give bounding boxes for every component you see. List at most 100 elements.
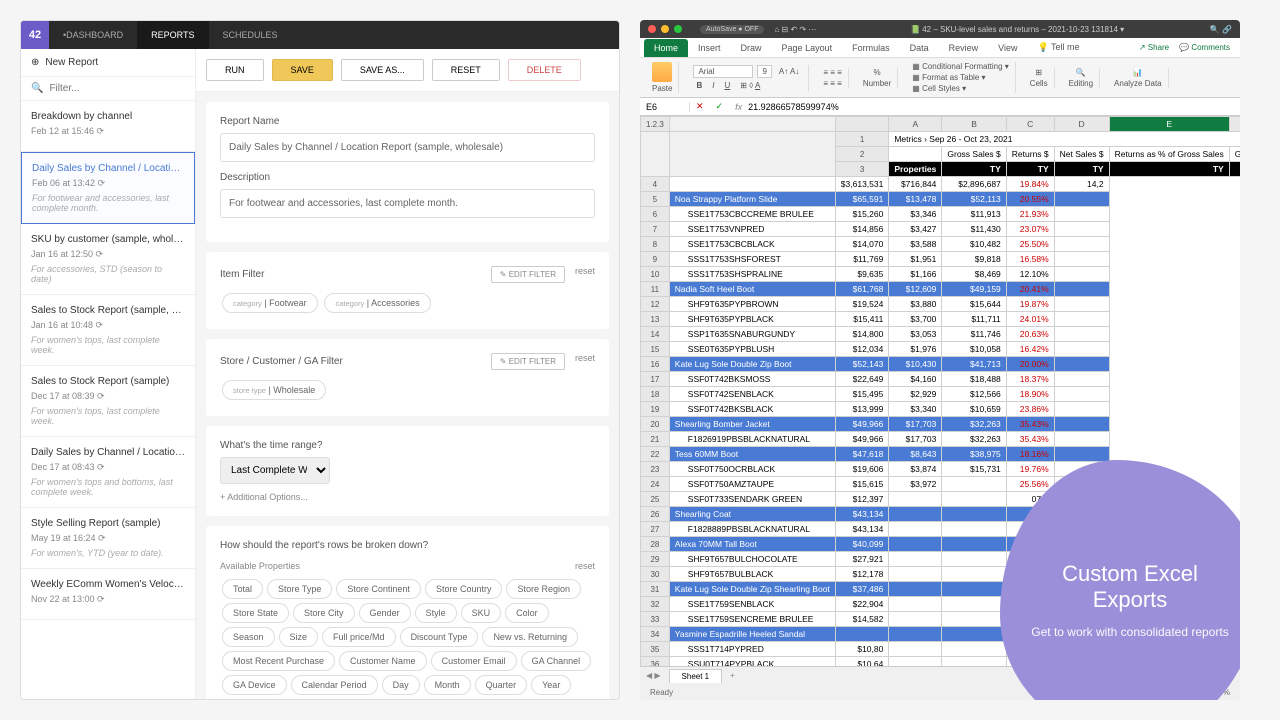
table-row[interactable]: 16Kate Lug Sole Double Zip Boot$52,143$1…	[641, 357, 1241, 372]
size-select[interactable]: 9	[757, 65, 771, 78]
table-row[interactable]: 11Nadia Soft Heel Boot$61,768$12,609$49,…	[641, 282, 1241, 297]
number-group[interactable]: %Number	[857, 68, 898, 88]
font-select[interactable]: Arial	[693, 65, 753, 78]
report-item[interactable]: Breakdown by channelFeb 12 at 15:46 ⟳	[21, 101, 195, 152]
maximize-icon[interactable]	[674, 25, 682, 33]
property-chip[interactable]: Color	[505, 603, 549, 623]
cancel-icon[interactable]: ✕	[690, 101, 710, 112]
reset-props[interactable]: reset	[575, 561, 595, 571]
minimize-icon[interactable]	[661, 25, 669, 33]
table-row[interactable]: 9SSS1T753SHSFOREST$11,769$1,951$9,81816.…	[641, 252, 1241, 267]
save-as-button[interactable]: SAVE AS...	[341, 59, 424, 81]
property-chip[interactable]: Store Continent	[336, 579, 421, 599]
nav-reports[interactable]: REPORTS	[137, 21, 208, 49]
property-chip[interactable]: GA Device	[222, 675, 287, 695]
table-row[interactable]: 12SHF9T635PYPBROWN$19,524$3,880$15,64419…	[641, 297, 1241, 312]
property-chip[interactable]: Size	[279, 627, 319, 647]
report-item[interactable]: Sales to Stock Report (sample, wholesale…	[21, 295, 195, 366]
nav-schedules[interactable]: SCHEDULES	[209, 21, 292, 49]
table-row[interactable]: 7SSE1T753VNPRED$14,856$3,427$11,43023.07…	[641, 222, 1241, 237]
property-chip[interactable]: Full price/Md	[322, 627, 396, 647]
fx-icon[interactable]: fx	[729, 102, 748, 112]
formula-value[interactable]: 21.92866578599974%	[748, 102, 839, 112]
analyze-group[interactable]: 📊Analyze Data	[1108, 68, 1169, 88]
bold-button[interactable]: B	[693, 80, 705, 91]
filter-input[interactable]	[49, 83, 185, 94]
report-item[interactable]: Style Selling Report (sample)May 19 at 1…	[21, 508, 195, 569]
table-row[interactable]: 8SSE1T753CBCBLACK$14,070$3,588$10,48225.…	[641, 237, 1241, 252]
underline-button[interactable]: U	[721, 80, 733, 91]
property-chip[interactable]: Calendar Period	[291, 675, 378, 695]
autosave-toggle[interactable]: AutoSave ● OFF	[700, 25, 764, 34]
cell-reference[interactable]: E6	[640, 102, 690, 112]
filter-chip[interactable]: store type | Wholesale	[222, 380, 326, 400]
property-chip[interactable]: Total	[222, 579, 263, 599]
ribbon-tab-insert[interactable]: Insert	[688, 39, 731, 57]
ribbon-tab-review[interactable]: Review	[939, 39, 989, 57]
share-button[interactable]: ↗ Share	[1139, 43, 1169, 52]
edit-item-filter[interactable]: ✎ EDIT FILTER	[491, 266, 565, 283]
editing-group[interactable]: 🔍Editing	[1063, 68, 1100, 88]
cond-format[interactable]: ▦ Conditional Formatting ▾	[912, 62, 1009, 71]
table-row[interactable]: 15SSE0T635PYPBLUSH$12,034$1,976$10,05816…	[641, 342, 1241, 357]
cells-group[interactable]: ⊞Cells	[1024, 68, 1055, 88]
property-chip[interactable]: Customer Name	[339, 651, 427, 671]
report-item[interactable]: Weekly EComm Women's Velocity ReportNov …	[21, 569, 195, 620]
run-button[interactable]: RUN	[206, 59, 264, 81]
comments-button[interactable]: 💬 Comments	[1179, 43, 1230, 52]
table-row[interactable]: 17SSF0T742BKSMOSS$22,649$4,160$18,48818.…	[641, 372, 1241, 387]
table-row[interactable]: 20Shearling Bomber Jacket$49,966$17,703$…	[641, 417, 1241, 432]
delete-button[interactable]: DELETE	[508, 59, 581, 81]
cell-styles[interactable]: ▦ Cell Styles ▾	[912, 84, 966, 93]
add-sheet[interactable]: +	[730, 671, 735, 680]
additional-options[interactable]: + Additional Options...	[220, 492, 595, 502]
property-chip[interactable]: Most Recent Purchase	[222, 651, 335, 671]
table-row[interactable]: 4$3,613,531$716,844$2,896,68719.84%14,2	[641, 177, 1241, 192]
property-chip[interactable]: Store Type	[267, 579, 332, 599]
table-row[interactable]: 22Tess 60MM Boot$47,618$8,643$38,97518.1…	[641, 447, 1241, 462]
property-chip[interactable]: Quarter	[475, 675, 528, 695]
time-range-select[interactable]: Last Complete Week	[220, 457, 330, 484]
table-row[interactable]: 21F1826919PBSBLACKNATURAL$49,966$17,703$…	[641, 432, 1241, 447]
reset-item-filter[interactable]: reset	[575, 266, 595, 283]
ribbon-tab-home[interactable]: Home	[644, 39, 688, 57]
property-chip[interactable]: Store Region	[506, 579, 581, 599]
property-chip[interactable]: Year	[531, 675, 571, 695]
property-chip[interactable]: Day	[382, 675, 420, 695]
description-input[interactable]	[220, 189, 595, 218]
property-chip[interactable]: Gender	[359, 603, 411, 623]
table-row[interactable]: 19SSF0T742BKSBLACK$13,999$3,340$10,65923…	[641, 402, 1241, 417]
property-chip[interactable]: Store State	[222, 603, 289, 623]
property-chip[interactable]: Store City	[293, 603, 355, 623]
table-row[interactable]: 13SHF9T635PYPBLACK$15,411$3,700$11,71124…	[641, 312, 1241, 327]
filter-chip[interactable]: category | Footwear	[222, 293, 318, 313]
property-chip[interactable]: Discount Type	[400, 627, 479, 647]
ribbon-tab-view[interactable]: View	[988, 39, 1027, 57]
nav-dashboard[interactable]: • DASHBOARD	[49, 21, 137, 49]
property-chip[interactable]: Month	[424, 675, 471, 695]
edit-store-filter[interactable]: ✎ EDIT FILTER	[491, 353, 565, 370]
property-chip[interactable]: GA Channel	[521, 651, 592, 671]
property-chip[interactable]: New vs. Returning	[482, 627, 578, 647]
confirm-icon[interactable]: ✓	[710, 101, 730, 112]
save-button[interactable]: SAVE	[272, 59, 333, 81]
report-item[interactable]: Daily Sales by Channel / Location Report…	[21, 152, 195, 224]
table-row[interactable]: 5Noa Strappy Platform Slide$65,591$13,47…	[641, 192, 1241, 207]
quick-access[interactable]: ⌂ ⊟ ↶ ↷ ⋯	[774, 25, 824, 34]
property-chip[interactable]: Store Country	[425, 579, 503, 599]
report-item[interactable]: Sales to Stock Report (sample)Dec 17 at …	[21, 366, 195, 437]
ribbon-tab-draw[interactable]: Draw	[731, 39, 772, 57]
ribbon-tab-page layout[interactable]: Page Layout	[772, 39, 843, 57]
reset-store-filter[interactable]: reset	[575, 353, 595, 370]
sheet-tab[interactable]: Sheet 1	[669, 669, 723, 683]
property-chip[interactable]: Style	[415, 603, 457, 623]
property-chip[interactable]: SKU	[461, 603, 502, 623]
format-table[interactable]: ▦ Format as Table ▾	[912, 73, 985, 82]
table-row[interactable]: 6SSE1T753CBCCREME BRULEE$15,260$3,346$11…	[641, 207, 1241, 222]
ribbon-tab-formulas[interactable]: Formulas	[842, 39, 900, 57]
paste-group[interactable]: Paste	[646, 62, 679, 93]
tell-me[interactable]: 💡 Tell me	[1028, 38, 1090, 57]
reset-button[interactable]: RESET	[432, 59, 500, 81]
filter-chip[interactable]: category | Accessories	[324, 293, 430, 313]
property-chip[interactable]: Customer Email	[431, 651, 517, 671]
